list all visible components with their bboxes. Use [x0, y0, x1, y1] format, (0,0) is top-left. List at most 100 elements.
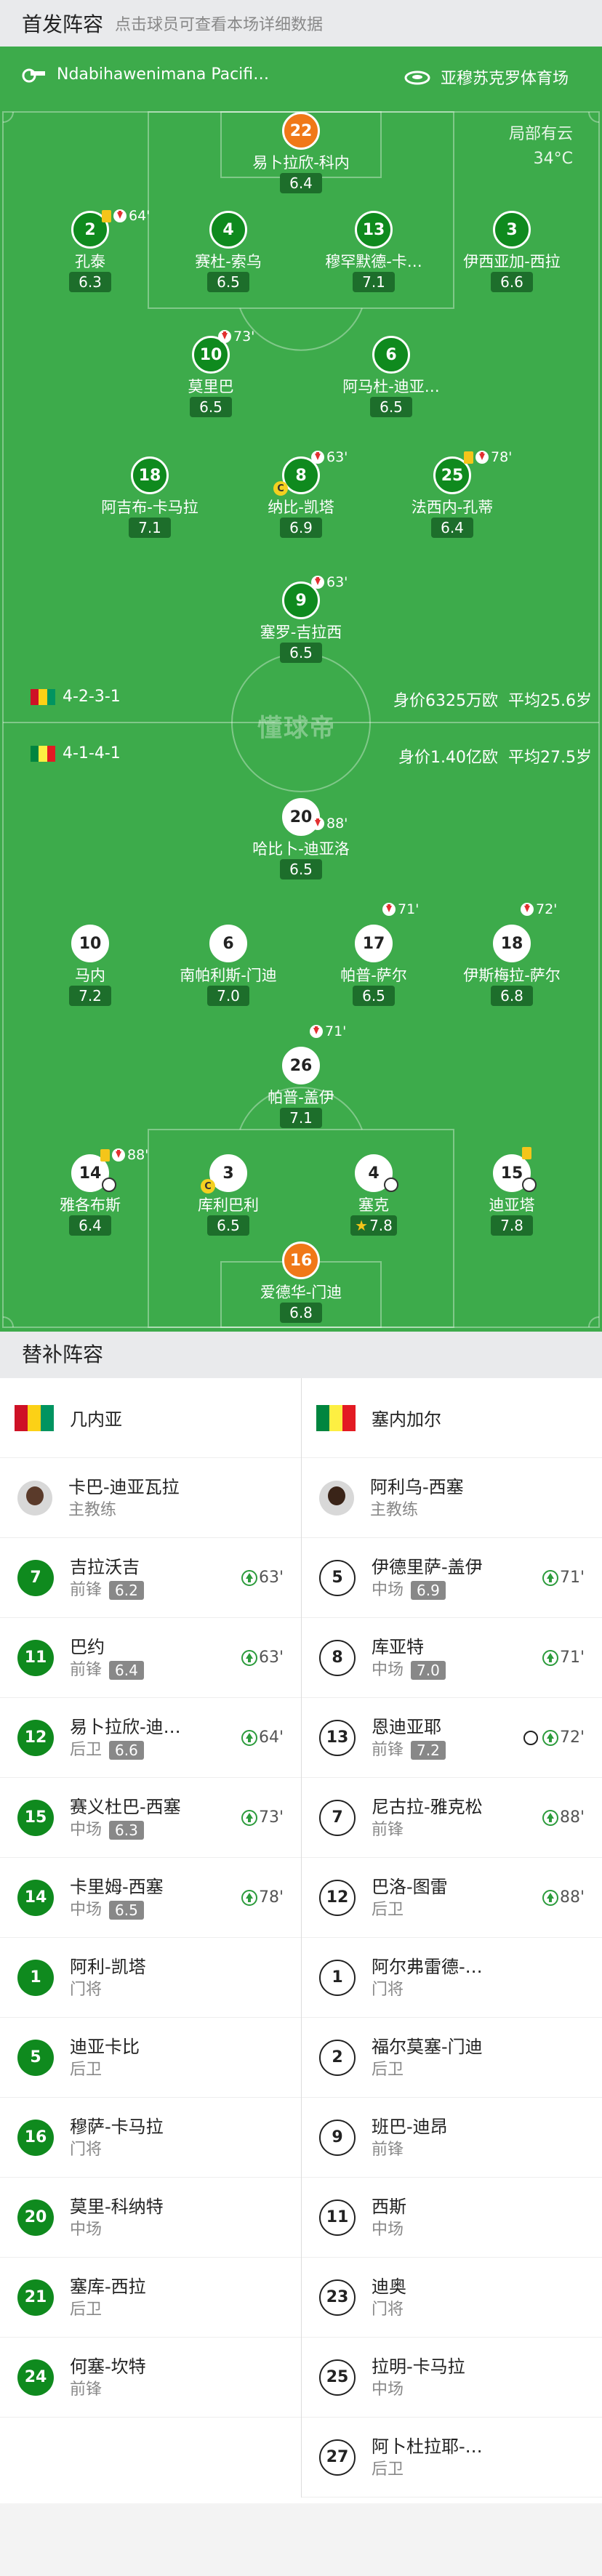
home-player[interactable]: 25 法西内-孔蒂 6.4: [372, 456, 532, 538]
player-rating: ★ 7.8: [350, 1215, 397, 1236]
player-number: 18: [493, 925, 531, 962]
sub-player-row[interactable]: 7 尼古拉-雅克松 前锋 88': [302, 1778, 602, 1858]
player-name: 阿吉布-卡马拉: [101, 499, 198, 516]
player-number: 22: [282, 112, 320, 150]
player-number: 4: [209, 211, 247, 249]
sub-player-row[interactable]: 5 迪亚卡比 后卫: [0, 2018, 301, 2098]
lineup-title: 首发阵容: [22, 12, 104, 36]
player-name: 赛杜-索乌: [195, 253, 262, 270]
stadium-info: 亚穆苏克罗体育场: [404, 65, 569, 89]
away-player[interactable]: 4 塞克 ★ 7.8: [294, 1154, 454, 1236]
away-player[interactable]: 15 迪亚塔 7.8: [432, 1154, 592, 1236]
sub-time: 64': [129, 208, 150, 224]
sub-player-row[interactable]: 14 卡里姆-西塞 中场 6.5 78': [0, 1858, 301, 1938]
away-player[interactable]: 16 爱德华-门迪 6.8: [221, 1241, 381, 1323]
sub-player-row[interactable]: 16 穆萨-卡马拉 门将: [0, 2098, 301, 2178]
home-player[interactable]: 8 纳比-凯塔 6.9: [221, 456, 381, 538]
lineup-hint: 点击球员可查看本场详细数据: [115, 16, 324, 34]
sub-player-row[interactable]: 15 赛义杜巴-西塞 中场 6.3 73': [0, 1778, 301, 1858]
sub-player-row[interactable]: 1 阿利-凯塔 门将: [0, 1938, 301, 2018]
sub-player-row[interactable]: 7 吉拉沃吉 前锋 6.2 63': [0, 1538, 301, 1618]
sub-in-icon: [542, 1809, 558, 1826]
player-number: 13: [355, 211, 393, 249]
sub-player-row[interactable]: 25 拉明-卡马拉 中场: [302, 2338, 602, 2418]
pitch: Ndabihawenimana Pacifi… 亚穆苏克罗体育场 局部有云 34…: [0, 47, 602, 1332]
player-name: 马内: [75, 967, 105, 984]
away-player[interactable]: 20 哈比卜-迪亚洛 6.5: [221, 798, 381, 880]
player-number: 3: [493, 211, 531, 249]
player-name: 爱德华-门迪: [260, 1284, 342, 1301]
home-coach[interactable]: 卡巴-迪亚瓦拉 主教练: [0, 1458, 301, 1538]
sub-player-row[interactable]: 5 伊德里萨-盖伊 中场 6.9 71': [302, 1538, 602, 1618]
referee-name: Ndabihawenimana Pacifi…: [57, 65, 270, 84]
player-rating: 6.3: [69, 272, 111, 292]
sub-player-row[interactable]: 9 班巴-迪昂 前锋: [302, 2098, 602, 2178]
player-events: 78': [464, 449, 512, 465]
home-player[interactable]: 10 莫里巴 6.5: [131, 336, 291, 417]
player-rating: 7.1: [353, 272, 395, 292]
player-events: 63': [311, 574, 348, 590]
player-name: 塞克: [358, 1196, 389, 1214]
weather-temp: 34°C: [533, 150, 573, 168]
sub-player-row[interactable]: 13 恩迪亚耶 前锋 7.2 72': [302, 1698, 602, 1778]
away-player[interactable]: 3 库利巴利 6.5: [148, 1154, 308, 1236]
sub-player-row[interactable]: 12 巴洛-图雷 后卫 88': [302, 1858, 602, 1938]
player-number: 10: [71, 925, 109, 962]
sub-out-icon: [218, 330, 231, 343]
ball-icon: [102, 1178, 116, 1192]
away-team-name: 塞内加尔: [372, 1409, 441, 1430]
sub-player-row[interactable]: 24 何塞-坎特 前锋: [0, 2338, 301, 2418]
away-player[interactable]: 18 伊斯梅拉-萨尔 6.8: [432, 925, 592, 1006]
away-player[interactable]: 6 南帕利斯-门迪 7.0: [148, 925, 308, 1006]
sub-player-row[interactable]: 27 阿卜杜拉耶-… 后卫: [302, 2418, 602, 2497]
sub-time: 73': [233, 329, 255, 345]
page-footer: [0, 2503, 602, 2576]
subs-header: 替补阵容: [0, 1332, 602, 1378]
home-player[interactable]: 6 阿马杜-迪亚… 6.5: [311, 336, 471, 417]
sub-out-icon: [475, 451, 489, 464]
away-player[interactable]: 14 雅各布斯 6.4: [10, 1154, 170, 1236]
coach-avatar: [319, 1480, 354, 1516]
sub-player-row[interactable]: 11 巴约 前锋 6.4 63': [0, 1618, 301, 1698]
home-player[interactable]: 3 伊西亚加-西拉 6.6: [432, 211, 592, 292]
home-player[interactable]: 9 塞罗-吉拉西 6.5: [221, 581, 381, 663]
away-player[interactable]: 26 帕普-盖伊 7.1: [221, 1047, 381, 1128]
player-rating: 6.5: [280, 859, 322, 880]
player-events: 71': [310, 1023, 346, 1039]
sub-player-row[interactable]: 21 塞库-西拉 后卫: [0, 2258, 301, 2338]
sub-in-icon: [241, 1729, 257, 1746]
yellow-card-icon: [100, 1148, 110, 1162]
sub-time: 88': [127, 1147, 149, 1163]
sub-player-row[interactable]: 8 库亚特 中场 7.0 71': [302, 1618, 602, 1698]
yellow-card-icon: [522, 1147, 531, 1159]
away-coach[interactable]: 阿利乌-西塞 主教练: [302, 1458, 602, 1538]
home-player[interactable]: 13 穆罕默德-卡… 7.1: [294, 211, 454, 292]
player-rating: 6.8: [280, 1303, 322, 1323]
home-player[interactable]: 18 阿吉布-卡马拉 7.1: [70, 456, 230, 538]
sub-player-row[interactable]: 12 易卜拉欣-迪… 后卫 6.6 64': [0, 1698, 301, 1778]
yellow-card-icon: [102, 209, 111, 222]
weather-desc: 局部有云: [508, 125, 573, 143]
sub-in-icon: [241, 1569, 257, 1586]
player-events: 63': [311, 449, 348, 465]
home-player[interactable]: 22 易卜拉欣-科内 6.4: [221, 112, 381, 193]
sub-player-row[interactable]: 11 西斯 中场: [302, 2178, 602, 2258]
player-name: 迪亚塔: [489, 1196, 535, 1214]
player-name: 法西内-孔蒂: [411, 499, 494, 516]
away-player[interactable]: 10 马内 7.2: [10, 925, 170, 1006]
player-rating: 6.5: [207, 272, 249, 292]
sub-player-row[interactable]: 20 莫里-科纳特 中场: [0, 2178, 301, 2258]
sub-out-icon: [310, 1025, 323, 1038]
sub-player-row[interactable]: 23 迪奥 门将: [302, 2258, 602, 2338]
player-rating: 7.0: [207, 986, 249, 1006]
sub-player-row[interactable]: 2 福尔莫塞-门迪 后卫: [302, 2018, 602, 2098]
away-formation: 4-1-4-1: [31, 744, 121, 762]
guinea-flag-icon: [31, 688, 55, 705]
away-player[interactable]: 17 帕普-萨尔 6.5: [294, 925, 454, 1006]
sub-in-icon: [241, 1809, 257, 1826]
player-number: 6: [372, 336, 410, 374]
player-number: 26: [282, 1047, 320, 1084]
sub-in-icon: [241, 1889, 257, 1906]
sub-player-row[interactable]: 1 阿尔弗雷德-… 门将: [302, 1938, 602, 2018]
home-player[interactable]: 4 赛杜-索乌 6.5: [148, 211, 308, 292]
